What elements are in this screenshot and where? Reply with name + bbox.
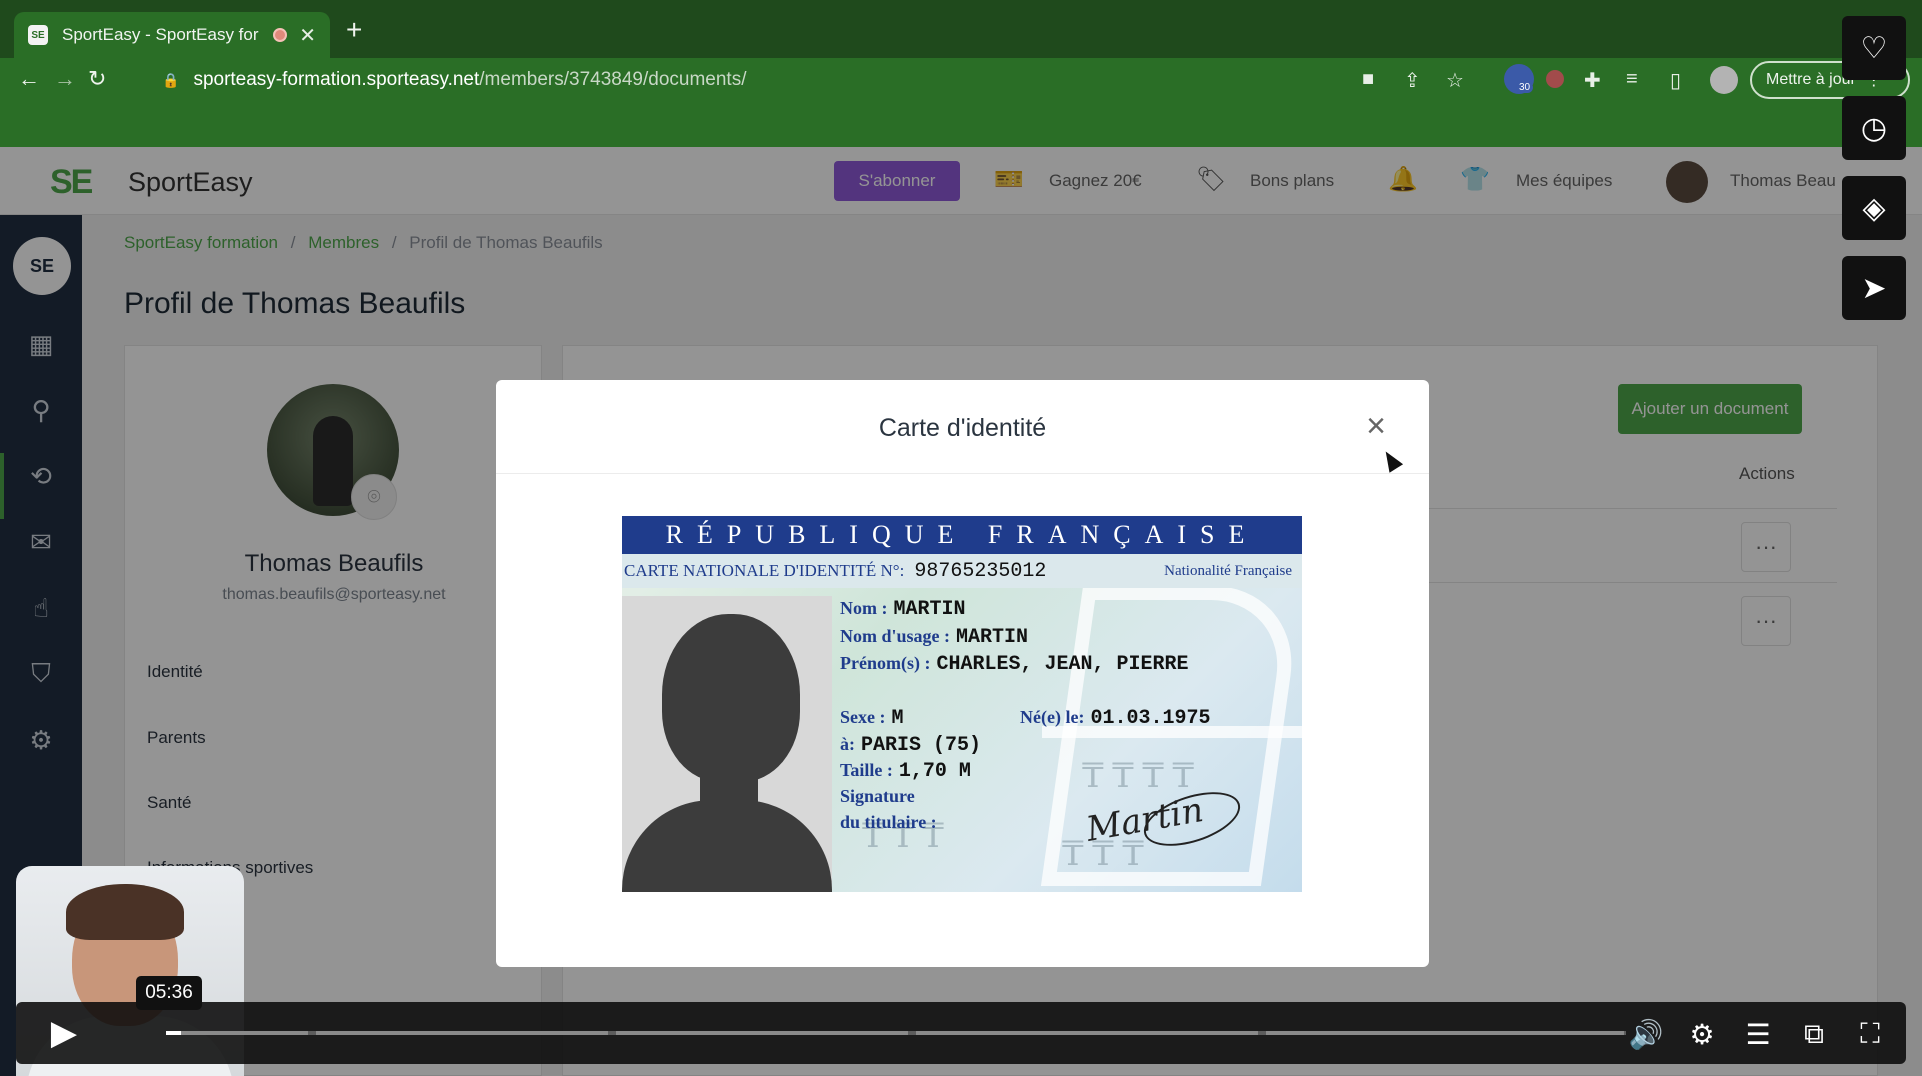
- watermark-glyph: ₸ ₸ ₸ ₸: [1082, 758, 1195, 795]
- extension-icon[interactable]: 30: [1504, 64, 1534, 94]
- id-value: M: [891, 707, 904, 730]
- chapter-segment: [316, 1031, 608, 1035]
- id-number: 98765235012: [914, 559, 1047, 583]
- forward-arrow-icon[interactable]: →: [54, 66, 76, 92]
- browser-profile-avatar[interactable]: [1710, 66, 1738, 94]
- id-value: PARIS (75): [861, 734, 982, 757]
- chapter-segment: [916, 1031, 1258, 1035]
- id-label: Nom :: [840, 598, 888, 618]
- id-value: MARTIN: [893, 598, 966, 621]
- clock-icon[interactable]: ◷: [1842, 96, 1906, 160]
- queue-icon[interactable]: ≡: [1626, 68, 1638, 91]
- id-number-label: CARTE NATIONALE D'IDENTITÉ N°:: [624, 561, 905, 580]
- browser-tab[interactable]: SE SportEasy - SportEasy for ✕: [14, 12, 330, 58]
- puzzle-icon[interactable]: ✚: [1584, 68, 1601, 93]
- chapters-icon[interactable]: ☰: [1738, 1014, 1778, 1054]
- id-field-taille: Taille :1,70 M: [840, 760, 971, 783]
- id-signature-label-1: Signature: [840, 786, 915, 806]
- back-arrow-icon[interactable]: ←: [18, 66, 40, 92]
- id-label: Prénom(s) :: [840, 653, 931, 673]
- id-label: Nom d'usage :: [840, 626, 951, 646]
- id-nationality: Nationalité Française: [1164, 563, 1292, 579]
- chapter-segment: [168, 1031, 308, 1035]
- id-card-image: ₸ ₸ ₸ ₸ ₸ ₸ ₸ ₸ ₸ ₸ RÉPUBLIQUE FRANÇAISE…: [622, 516, 1302, 892]
- chapter-segment: [616, 1031, 908, 1035]
- progress-bar[interactable]: [166, 1031, 1626, 1035]
- fullscreen-icon[interactable]: ⛶: [1850, 1014, 1890, 1054]
- tab-title: SportEasy - SportEasy for: [62, 25, 259, 44]
- extension-red-icon[interactable]: [1546, 70, 1564, 88]
- progress-fill: [166, 1031, 181, 1035]
- id-value: CHARLES, JEAN, PIERRE: [936, 653, 1189, 676]
- time-tooltip: 05:36: [136, 976, 202, 1010]
- id-photo: [622, 596, 832, 892]
- address-bar[interactable]: 🔒 sporteasy-formation.sporteasy.net/memb…: [148, 60, 1498, 100]
- settings-gear-icon[interactable]: ⚙: [1682, 1014, 1722, 1054]
- recording-indicator-icon: [273, 28, 288, 42]
- new-tab-button[interactable]: +: [346, 14, 362, 46]
- browser-chrome: SE SportEasy - SportEasy for ✕ + ← → ↻ 🔒…: [0, 0, 1922, 147]
- id-card-header: RÉPUBLIQUE FRANÇAISE: [622, 516, 1302, 554]
- id-value: 01.03.1975: [1090, 707, 1211, 730]
- modal-header: Carte d'identité ×: [496, 380, 1429, 474]
- silhouette-head: [662, 614, 800, 782]
- id-signature-label-2: du titulaire :: [840, 812, 937, 832]
- modal-title: Carte d'identité: [878, 414, 1047, 442]
- send-icon[interactable]: ➤: [1842, 256, 1906, 320]
- url-host: sporteasy-formation.sporteasy.net: [193, 69, 480, 90]
- volume-icon[interactable]: 🔊: [1626, 1014, 1666, 1054]
- reload-icon[interactable]: ↻: [88, 66, 106, 92]
- heart-icon[interactable]: ♡: [1842, 16, 1906, 80]
- tab-close-icon[interactable]: ✕: [299, 23, 316, 48]
- url-path: /members/3743849/documents/: [479, 69, 747, 90]
- lock-icon: 🔒: [162, 71, 180, 88]
- play-icon[interactable]: ▶: [40, 1012, 88, 1054]
- presenter-hair: [66, 884, 184, 940]
- id-card-number-row: CARTE NATIONALE D'IDENTITÉ N°: 987652350…: [622, 554, 1302, 588]
- id-field-naissance: Né(e) le: 01.03.1975: [1020, 707, 1210, 730]
- id-label: à:: [840, 734, 855, 754]
- close-icon[interactable]: ×: [1356, 406, 1396, 446]
- chapter-segment: [1266, 1031, 1624, 1035]
- share-icon[interactable]: ⇪: [1404, 68, 1421, 93]
- silhouette-body: [622, 800, 832, 892]
- id-field-nom: Nom : MARTIN: [840, 598, 966, 621]
- id-field-sexe: Sexe :M: [840, 707, 904, 730]
- id-label: Sexe :: [840, 707, 886, 727]
- id-field-usage: Nom d'usage : MARTIN: [840, 626, 1028, 649]
- extension-badge: 30: [1516, 82, 1534, 93]
- id-field-prenoms: Prénom(s) : CHARLES, JEAN, PIERRE: [840, 653, 1189, 676]
- id-field-lieu: à: PARIS (75): [840, 734, 981, 757]
- layers-icon[interactable]: ◈: [1842, 176, 1906, 240]
- video-controls: ▶ 🔊 ⚙ ☰ ⧉ ⛶: [16, 1002, 1906, 1064]
- id-card-modal: Carte d'identité × ₸ ₸ ₸ ₸ ₸ ₸ ₸ ₸ ₸ ₸ R…: [496, 380, 1429, 967]
- camera-icon[interactable]: ■: [1362, 68, 1374, 91]
- id-value: 1,70 M: [898, 760, 971, 783]
- favicon-icon: SE: [28, 25, 48, 45]
- id-label: Né(e) le:: [1020, 707, 1085, 727]
- star-icon[interactable]: ☆: [1446, 68, 1464, 93]
- id-label: Taille :: [840, 760, 893, 780]
- id-value: MARTIN: [956, 626, 1029, 649]
- sidepanel-icon[interactable]: ▯: [1670, 68, 1681, 93]
- pip-icon[interactable]: ⧉: [1794, 1014, 1834, 1054]
